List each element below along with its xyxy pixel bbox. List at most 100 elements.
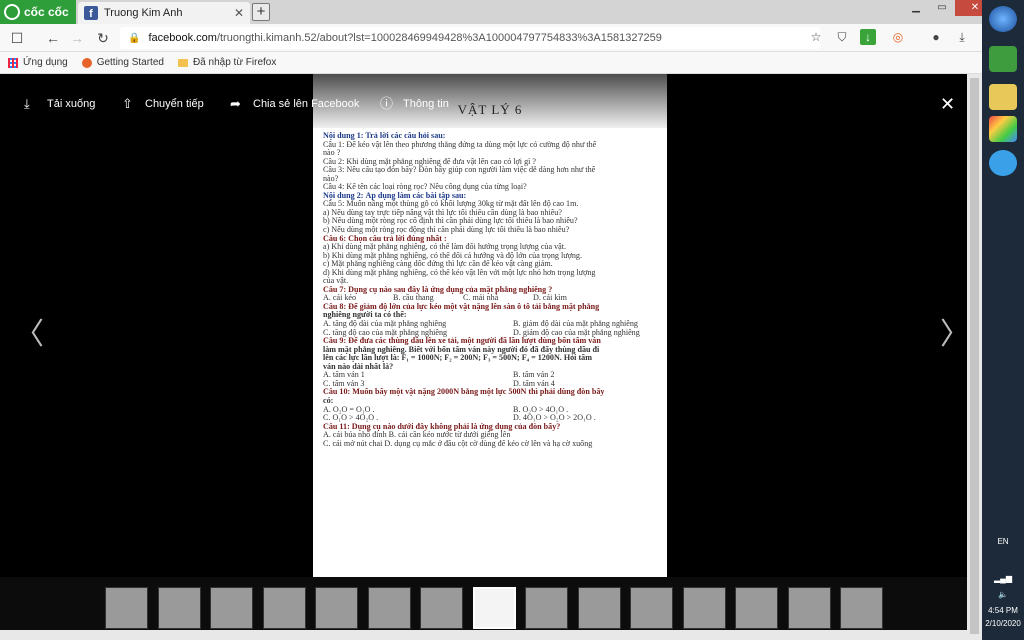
back-arrow-icon[interactable]: ← — [44, 29, 62, 47]
thumbnail[interactable] — [630, 587, 673, 629]
tab-facebook[interactable]: f Truong Kim Anh ✕ — [78, 2, 250, 24]
next-photo-button[interactable]: 〉 — [940, 309, 970, 353]
thumbnail[interactable] — [262, 587, 306, 629]
star-icon[interactable]: ☆ — [808, 29, 824, 45]
document-option: A. tấm ván 1 — [323, 371, 365, 380]
thumbnail[interactable] — [157, 587, 201, 629]
document-option: A. O₂O = O₁O . — [323, 405, 375, 414]
document-line: c) Mặt phẳng nghiêng càng dốc đứng thì l… — [323, 260, 553, 269]
file-explorer-icon[interactable] — [989, 84, 1017, 110]
clock-date[interactable]: 2/10/2020 — [982, 619, 1024, 628]
document-line: làm mặt phẳng nghiêng. Biết với bốn tấm … — [323, 345, 600, 354]
download-button[interactable]: ⤓ Tải xuống — [24, 97, 95, 111]
forward-label: Chuyển tiếp — [145, 98, 204, 110]
download-icon: ⤓ — [24, 96, 30, 111]
document-line: Câu 1: Để kéo vật lên theo phương thẳng … — [323, 140, 597, 149]
viewer-close-button[interactable]: ✕ — [940, 94, 955, 115]
document-line: A. tăng độ dài của mặt phẳng nghiêng B. g… — [323, 320, 663, 329]
document-option: A. cái kéo — [323, 293, 357, 303]
document-option: B. O₂O > 4O₁O . — [513, 405, 569, 414]
app-taskbar-icon[interactable] — [989, 116, 1017, 142]
profile-icon[interactable]: ● — [928, 29, 944, 45]
share-facebook-button[interactable]: ➦ Chia sẻ lên Facebook — [230, 97, 359, 111]
document-body: Nội dung 1: Trả lời các câu hỏi sau: Câu … — [323, 132, 663, 448]
document-line: của vật. — [323, 277, 349, 286]
bookmark-imported-folder[interactable]: Đã nhập từ Firefox — [177, 57, 276, 68]
thumbnail[interactable] — [525, 587, 568, 629]
document-line: a) Khi dùng mặt phẳng nghiêng, có thể là… — [323, 243, 567, 252]
messenger-taskbar-icon[interactable] — [989, 150, 1017, 176]
bookmark-apps[interactable]: Ứng dụng — [8, 57, 68, 68]
vertical-scrollbar[interactable] — [967, 74, 982, 640]
document-line: b) Khi dùng mặt phẳng nghiêng, có thể đổ… — [323, 251, 582, 260]
download-extension-icon[interactable]: ↓ — [860, 29, 876, 45]
address-bar: ☐ ← → ↻ 🔒 facebook.com/truongthi.kimanh.… — [0, 24, 982, 52]
tab-close-button[interactable]: ✕ — [234, 6, 244, 20]
document-line: Câu 5: Muốn nâng một thùng gỗ có khối lư… — [323, 200, 579, 209]
thumbnail[interactable] — [367, 587, 411, 629]
share-arrow-icon: ➦ — [230, 96, 241, 111]
previous-photo-button[interactable]: 〈 — [14, 309, 44, 353]
bookmark-getting-started[interactable]: Getting Started — [81, 57, 164, 68]
tab-title: Truong Kim Anh — [104, 7, 183, 19]
bookmarks-bar: Ứng dụng Getting Started Đã nhập từ Fire… — [0, 52, 982, 74]
document-line: Câu 2: Khi dùng mặt phẳng nghiêng để đưa… — [323, 157, 536, 166]
new-tab-button[interactable]: + — [252, 3, 270, 21]
network-icon[interactable]: ▂▄▆ — [982, 574, 1024, 583]
document-line: A. cái kéo B. cầu thang C. mái nhà D. cái k… — [323, 294, 663, 303]
coccoc-taskbar-icon[interactable] — [989, 46, 1017, 72]
thumbnail[interactable] — [420, 587, 463, 629]
document-line: d) Khi dùng mặt phẳng nghiêng, có thể ké… — [323, 268, 596, 277]
thumbnail[interactable] — [315, 587, 358, 629]
lock-icon: 🔒 — [128, 32, 141, 44]
language-indicator[interactable]: EN — [982, 537, 1024, 546]
document-line: Câu 3: Nêu cấu tạo đòn bẩy? Đòn bẩy giúp… — [323, 166, 596, 175]
thumbnail[interactable] — [577, 587, 621, 629]
download-label: Tải xuống — [47, 98, 96, 110]
thumbnail[interactable] — [840, 587, 883, 629]
horizontal-scrollbar[interactable] — [0, 630, 967, 640]
document-line: lên các lực lần lượt là: F₁ = 1000N; F₂ … — [323, 354, 592, 363]
browser-menu-button[interactable]: cốc cốc — [0, 0, 76, 24]
thumbnail[interactable] — [105, 587, 148, 629]
document-line: A. tấm ván 1 B. tấm ván 2 — [323, 371, 663, 380]
document-option: C. O₁O > 4O₂O . — [323, 414, 379, 423]
document-line: C. tấm ván 3 D. tấm ván 4 — [323, 380, 663, 389]
facebook-icon: f — [84, 6, 98, 20]
sidebar-toggle-icon[interactable]: ☐ — [8, 29, 26, 47]
document-option: D. 4O₁O > O₂O > 2O₁O . — [513, 414, 596, 423]
thumbnail[interactable] — [210, 587, 253, 629]
info-button[interactable]: ⓘ Thông tin — [380, 97, 449, 111]
clock-time[interactable]: 4:54 PM — [982, 606, 1024, 615]
forward-button[interactable]: ⇧ Chuyển tiếp — [122, 97, 204, 111]
url-host: facebook.com — [148, 32, 217, 44]
document-line: C. tăng độ cao của mặt phẳng nghiêng D. g… — [323, 329, 663, 338]
document-option: B. giảm độ dài của mặt phẳng nghiêng — [513, 320, 638, 329]
shield-icon[interactable]: ⛉ — [834, 29, 850, 45]
maximize-icon[interactable]: ▭ — [929, 0, 955, 16]
url-input[interactable]: 🔒 facebook.com/truongthi.kimanh.52/about… — [120, 27, 820, 49]
document-line: Câu 4: Kể tên các loại ròng rọc? Nêu côn… — [323, 183, 527, 192]
reload-icon[interactable]: ↻ — [94, 29, 112, 47]
coccoc-logo-icon — [4, 4, 20, 20]
thumbnail[interactable] — [472, 587, 516, 629]
extension-icon[interactable]: ◎ — [890, 29, 906, 45]
downloads-icon[interactable]: ⤓ — [954, 29, 970, 45]
document-option: D. giảm độ cao của mặt phẳng nghiêng — [513, 328, 640, 337]
photo-image[interactable]: VẬT LÝ 6 Nội dung 1: Trả lời các câu hỏi… — [313, 74, 667, 577]
document-line: a) Nếu dùng tay trực tiếp nâng vật thì l… — [323, 208, 562, 217]
forward-arrow-icon[interactable]: → — [68, 29, 86, 47]
tab-bar: cốc cốc f Truong Kim Anh ✕ + ▁ ▭ ✕ — [0, 0, 995, 24]
document-option: C. mái nhà — [463, 293, 499, 303]
thumbnail[interactable] — [682, 587, 726, 629]
start-button-icon[interactable] — [989, 6, 1017, 32]
document-title: VẬT LÝ 6 — [457, 102, 523, 117]
document-line: nào ? — [323, 149, 341, 158]
document-line: C. O₁O > 4O₂O . D. 4O₁O > O₂O > 2O₁O . — [323, 414, 663, 423]
minimize-icon[interactable]: ▁ — [903, 0, 929, 16]
thumbnail[interactable] — [735, 587, 778, 629]
document-line: Câu 9: Để đưa các thùng dầu lên xe tải, … — [323, 337, 601, 346]
photo-viewer: VẬT LÝ 6 Nội dung 1: Trả lời các câu hỏi… — [0, 74, 970, 640]
thumbnail[interactable] — [787, 587, 831, 629]
volume-icon[interactable]: 🔈 — [982, 590, 1024, 599]
